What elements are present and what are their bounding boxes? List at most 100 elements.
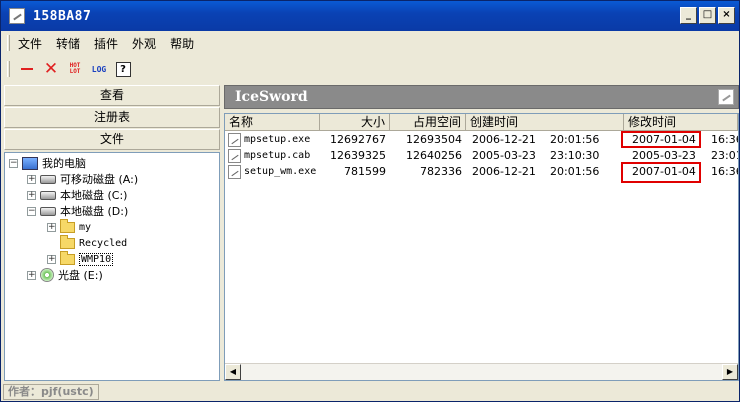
folder-icon [60, 234, 75, 249]
file-modified-time: 23:01 [711, 149, 738, 162]
title-bar[interactable]: 158BA87 _ □ × [1, 1, 739, 31]
expand-toggle[interactable]: + [47, 222, 56, 232]
window-controls: _ □ × [680, 7, 735, 24]
column-header-modified[interactable]: 修改时间 [624, 114, 738, 131]
panel-title: IceSword [235, 89, 308, 105]
drive-icon [40, 190, 56, 200]
column-header-size[interactable]: 大小 [320, 114, 390, 131]
help-icon: ? [115, 61, 131, 77]
tree-item-folder-wmp10[interactable]: + WMP10 [47, 250, 114, 267]
file-created-date: 2005-03-23 [472, 149, 536, 162]
minus-icon [21, 68, 33, 70]
column-header-created[interactable]: 创建时间 [466, 114, 624, 131]
collapse-toggle[interactable]: − [27, 206, 36, 216]
toolbar: ✕ HOT LOT LOG ? [1, 56, 739, 82]
file-occupied: 782336 [420, 165, 462, 178]
menu-plugins[interactable]: 插件 [94, 35, 118, 52]
tree-item-drive-d[interactable]: − 本地磁盘 (D:) [27, 203, 128, 219]
toolbar-grip [7, 61, 10, 77]
left-pane: 查看 注册表 文件 − 我的电脑 + 可移动磁盘 (A:) + 本地磁盘 (C:… [4, 85, 220, 381]
menu-appearance[interactable]: 外观 [132, 35, 156, 52]
file-created-time: 23:10:30 [550, 149, 600, 162]
file-created-date: 2006-12-21 [472, 165, 536, 178]
minus-button[interactable] [18, 60, 36, 78]
tree-item-label: 我的电脑 [42, 157, 86, 170]
file-icon [228, 133, 241, 147]
view-button[interactable]: 查看 [4, 85, 220, 106]
file-button[interactable]: 文件 [4, 129, 220, 150]
file-size: 12639325 [330, 149, 386, 162]
file-modified-time: 16:36 [711, 165, 738, 178]
tree-item-label: 光盘 (E:) [58, 269, 103, 282]
scroll-left-button[interactable]: ◀ [225, 364, 241, 380]
file-occupied: 12640256 [406, 149, 462, 162]
close-button[interactable]: × [718, 7, 735, 24]
tree-item-label: 可移动磁盘 (A:) [60, 173, 139, 186]
expand-toggle[interactable]: + [27, 190, 36, 200]
file-icon [228, 149, 241, 163]
file-name: mpsetup.cab [244, 150, 311, 161]
menu-dump[interactable]: 转储 [56, 35, 80, 52]
file-name: mpsetup.exe [244, 134, 311, 145]
menu-help[interactable]: 帮助 [170, 35, 194, 52]
horizontal-scrollbar[interactable]: ◀ ▶ [225, 363, 738, 380]
tree-item-folder-my[interactable]: + my [47, 218, 92, 235]
file-created-date: 2006-12-21 [472, 133, 536, 146]
tree-item-drive-c[interactable]: + 本地磁盘 (C:) [27, 187, 127, 203]
panel-header: IceSword [224, 85, 739, 109]
close-x-icon: ✕ [43, 58, 59, 79]
drive-icon [40, 174, 56, 184]
file-occupied: 12693504 [406, 133, 462, 146]
author-label: 作者：pjf(ustc) [3, 384, 99, 400]
collapse-toggle[interactable]: − [9, 158, 18, 168]
maximize-button[interactable]: □ [699, 7, 716, 24]
file-name: setup_wm.exe [244, 166, 317, 177]
tree-item-folder-recycled[interactable]: Recycled [60, 234, 128, 251]
expand-toggle[interactable]: + [27, 174, 36, 184]
app-icon [9, 8, 25, 24]
menu-file[interactable]: 文件 [18, 35, 42, 52]
highlight-box [621, 162, 701, 183]
tree-item-label: 本地磁盘 (D:) [60, 205, 129, 218]
log-button[interactable]: LOG [90, 60, 108, 78]
file-size: 781599 [344, 165, 386, 178]
column-header-occupied[interactable]: 占用空间 [390, 114, 466, 131]
folder-tree[interactable]: − 我的电脑 + 可移动磁盘 (A:) + 本地磁盘 (C:) − 本地磁盘 (… [4, 152, 220, 381]
file-created-time: 20:01:56 [550, 133, 600, 146]
hot-icon: HOT LOT [69, 62, 81, 75]
expand-toggle[interactable]: + [47, 254, 56, 264]
tree-item-label: 本地磁盘 (C:) [60, 189, 128, 202]
tree-item-cd-e[interactable]: + 光盘 (E:) [27, 267, 103, 283]
panel-icon [718, 89, 734, 105]
folder-open-icon [60, 250, 75, 265]
scroll-right-button[interactable]: ▶ [722, 364, 738, 380]
tree-item-drive-a[interactable]: + 可移动磁盘 (A:) [27, 171, 138, 187]
status-bar: 作者：pjf(ustc) [1, 383, 739, 401]
help-button[interactable]: ? [114, 60, 132, 78]
computer-icon [22, 156, 38, 170]
file-modified-time: 16:36 [711, 133, 738, 146]
folder-icon [60, 218, 75, 233]
menu-bar: 文件 转储 插件 外观 帮助 [1, 32, 739, 54]
right-pane: IceSword 名称 大小 占用空间 创建时间 修改时间 mpsetup.ex… [224, 85, 739, 381]
log-icon: LOG [91, 64, 107, 74]
file-size: 12692767 [330, 133, 386, 146]
tree-item-label: WMP10 [79, 252, 114, 266]
tree-item-label: Recycled [79, 237, 128, 249]
minimize-button[interactable]: _ [680, 7, 697, 24]
tree-item-my-computer[interactable]: − 我的电脑 [9, 155, 86, 171]
menubar-grip [7, 35, 10, 51]
file-created-time: 20:01:56 [550, 165, 600, 178]
expand-toggle[interactable]: + [27, 270, 36, 280]
file-icon [228, 165, 241, 179]
hotkey-button[interactable]: HOT LOT [66, 60, 84, 78]
file-list[interactable]: 名称 大小 占用空间 创建时间 修改时间 mpsetup.exe 1269276… [224, 113, 739, 381]
tree-item-label: my [79, 221, 92, 233]
cd-drive-icon [40, 268, 54, 282]
main-window: 158BA87 _ □ × 文件 转储 插件 外观 帮助 ✕ HOT LOT L… [0, 0, 740, 402]
delete-button[interactable]: ✕ [42, 60, 60, 78]
column-header-name[interactable]: 名称 [225, 114, 320, 131]
registry-button[interactable]: 注册表 [4, 107, 220, 128]
highlight-box [621, 131, 701, 148]
window-title: 158BA87 [33, 8, 92, 24]
